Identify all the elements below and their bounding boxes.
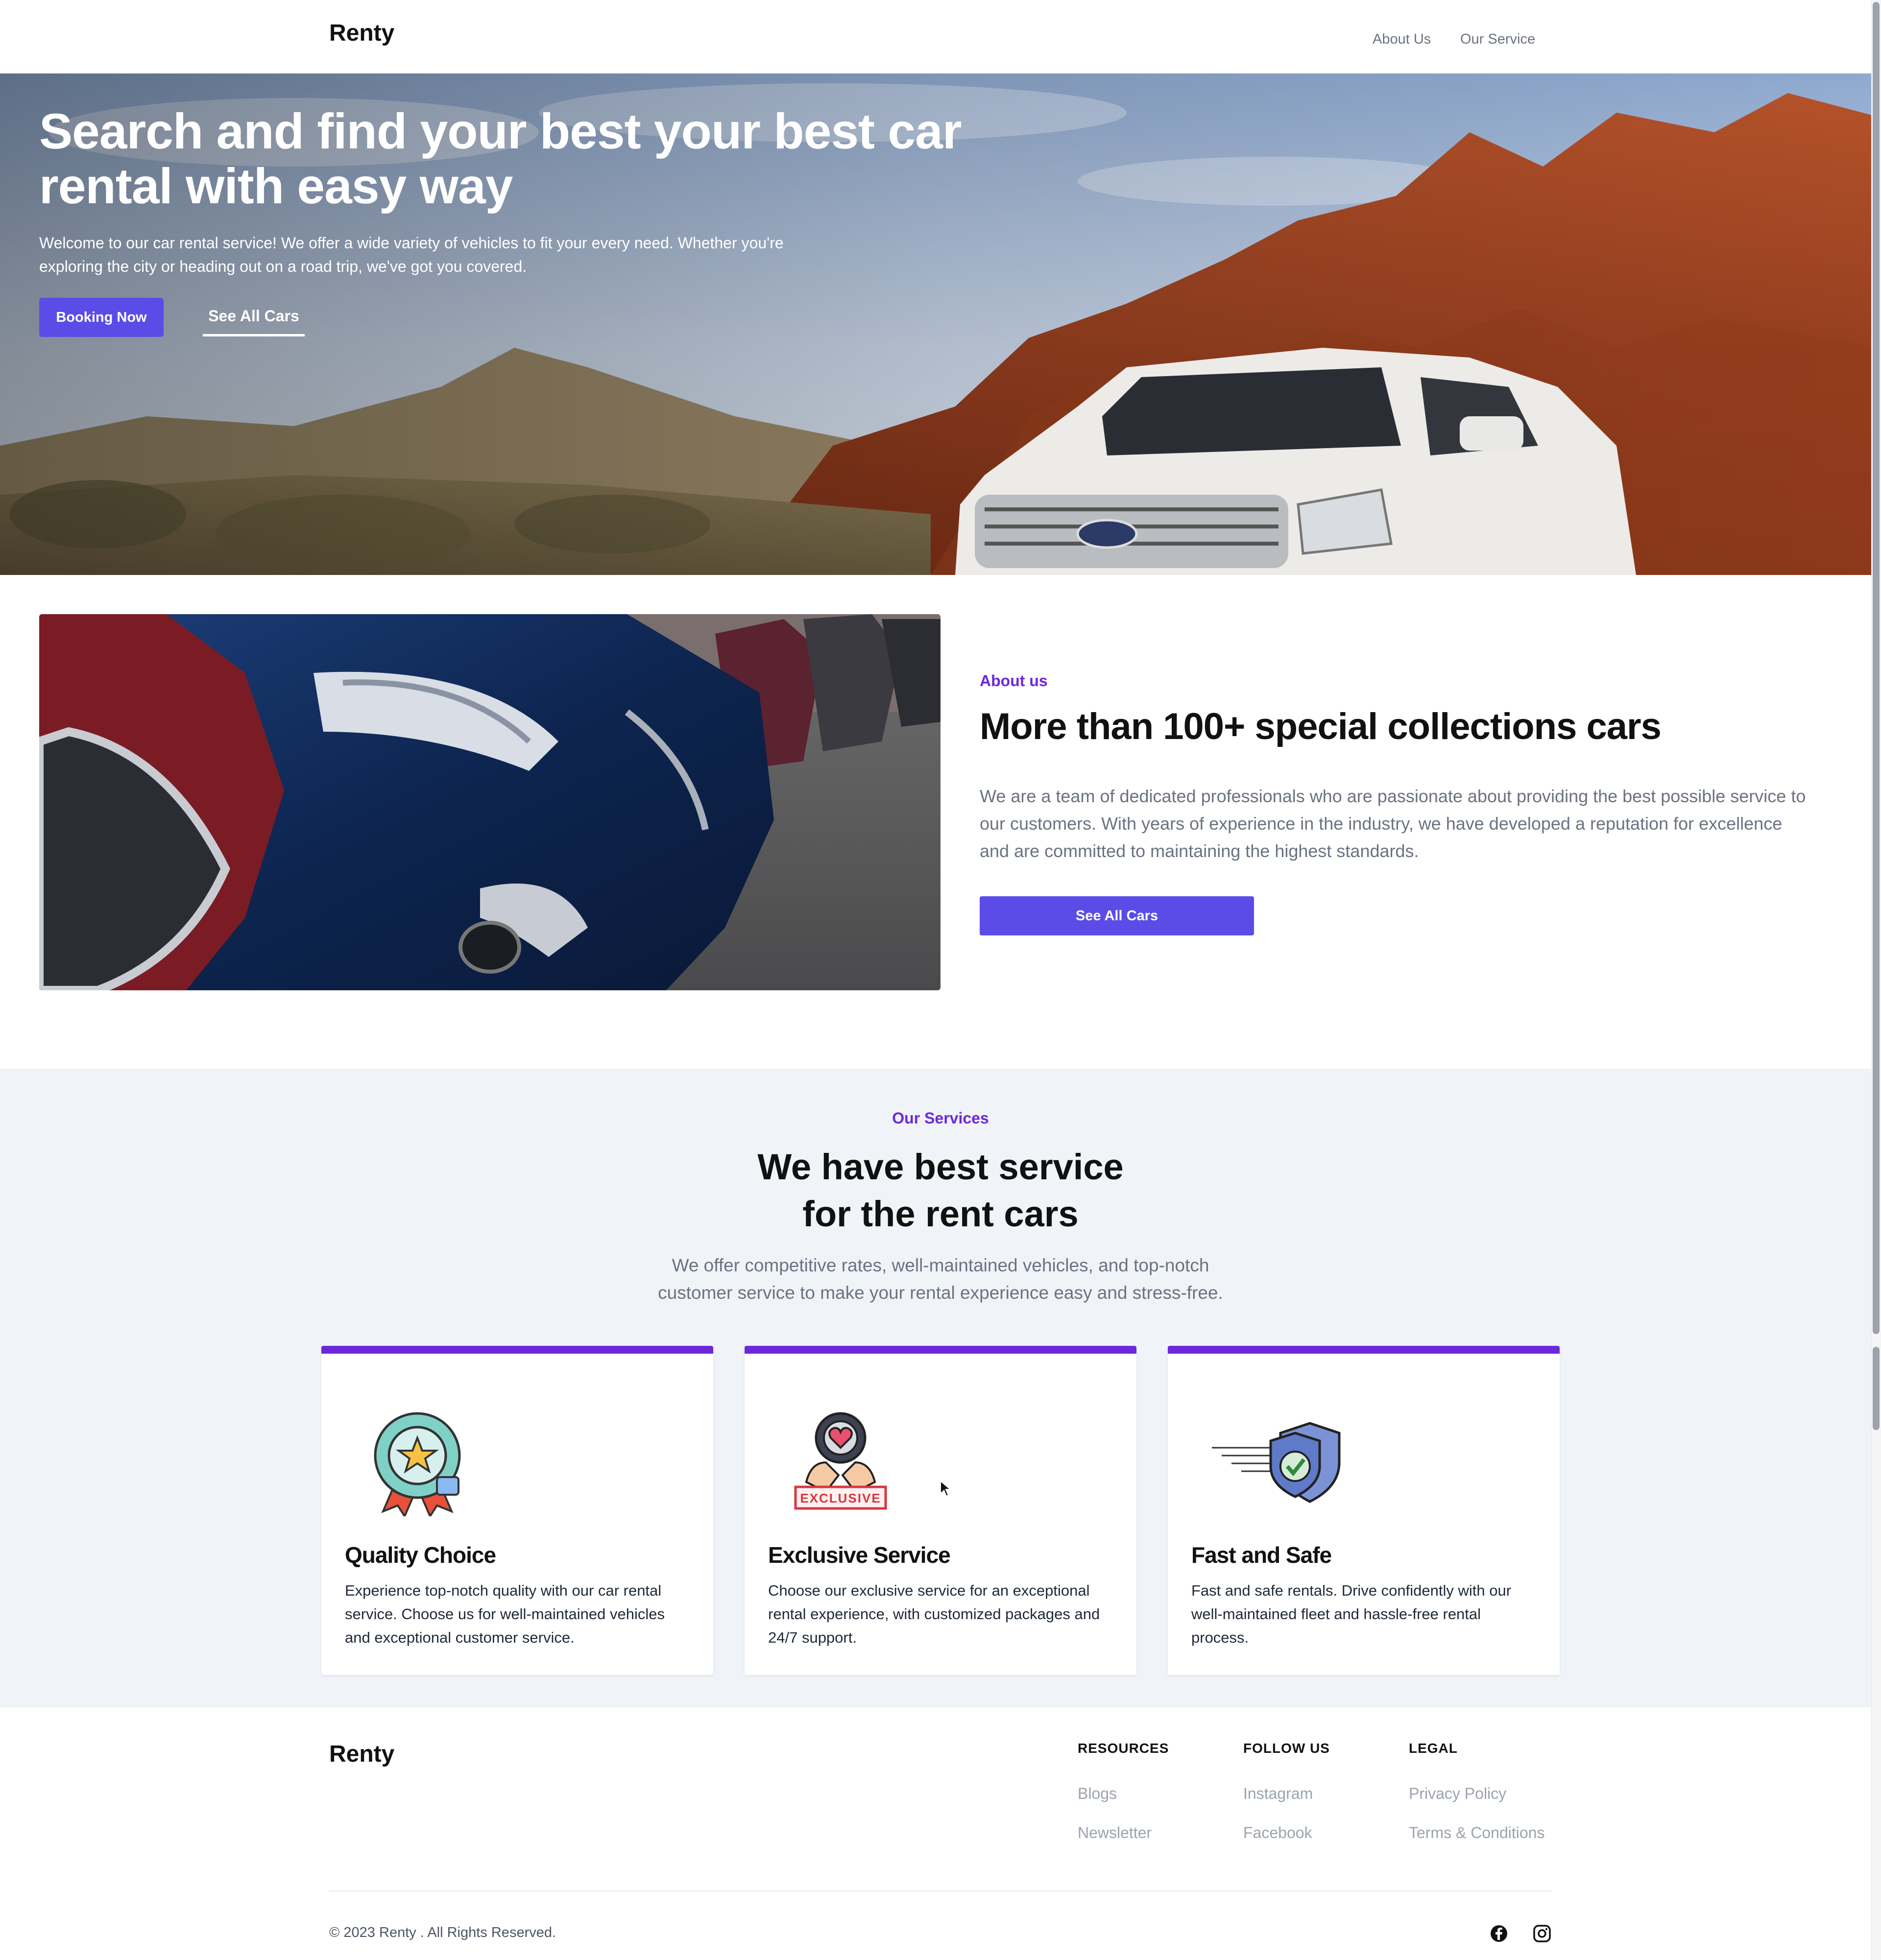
service-card-fast-safe: Fast and Safe Fast and safe rentals. Dri… [1168,1346,1560,1675]
footer-logo[interactable]: Renty [329,1741,394,1768]
exclusive-badge-icon: EXCLUSIVE [794,1412,887,1510]
footer-resources-title: RESOURCES [1078,1741,1169,1756]
site-logo[interactable]: Renty [329,20,394,47]
about-see-all-cars-button[interactable]: See All Cars [980,896,1254,935]
footer-link-terms[interactable]: Terms & Conditions [1409,1824,1544,1842]
card-title: Fast and Safe [1191,1542,1332,1568]
site-header [0,0,1871,73]
footer-link-newsletter[interactable]: Newsletter [1078,1824,1152,1842]
card-description: Choose our exclusive service for an exce… [768,1582,1100,1646]
about-label: About us [980,672,1048,690]
hero-see-all-cars-link[interactable]: See All Cars [203,298,305,336]
card-description: Experience top-notch quality with our ca… [345,1582,665,1646]
footer-link-facebook[interactable]: Facebook [1243,1824,1312,1842]
booking-now-button[interactable]: Booking Now [39,298,164,337]
service-card-quality: Quality Choice Experience top-notch qual… [321,1346,713,1675]
exclusive-badge-text: EXCLUSIVE [800,1491,881,1506]
award-ribbon-icon [374,1412,461,1516]
shield-check-icon [1212,1422,1341,1503]
footer-divider [329,1890,1552,1891]
nav-about-us[interactable]: About Us [1373,31,1431,48]
card-description: Fast and safe rentals. Drive confidently… [1191,1582,1512,1646]
footer-follow-title: FOLLOW US [1243,1741,1330,1756]
about-description: We are a team of dedicated professionals… [980,786,1806,861]
facebook-icon[interactable] [1489,1924,1509,1943]
hero-description: Welcome to our car rental service! We of… [39,234,784,275]
nav-our-service[interactable]: Our Service [1460,31,1535,48]
services-description: We offer competitive rates, well-maintai… [658,1255,1223,1303]
copyright-text: © 2023 Renty . All Rights Reserved. [329,1925,556,1940]
card-title: Quality Choice [345,1542,496,1568]
scrollbar-thumb-lower[interactable] [1873,1347,1880,1430]
footer-link-blogs[interactable]: Blogs [1078,1785,1117,1803]
services-title-line2: for the rent cars [802,1194,1079,1234]
hero-title: Search and find your best your best car … [39,103,962,214]
card-title: Exclusive Service [768,1542,951,1568]
footer-legal-title: LEGAL [1409,1741,1458,1756]
services-title-line1: We have best service [757,1147,1124,1187]
footer-link-privacy[interactable]: Privacy Policy [1409,1785,1506,1803]
footer-link-instagram[interactable]: Instagram [1243,1785,1313,1803]
services-label: Our Services [892,1109,989,1127]
about-title: More than 100+ special collections cars [980,706,1662,747]
about-car-image [39,614,940,990]
scrollbar-thumb-upper[interactable] [1873,2,1880,1334]
service-card-exclusive: EXCLUSIVE Exclusive Service Choose our e… [745,1346,1136,1675]
services-title: We have best service for the rent cars [0,1144,1881,1238]
mouse-cursor-icon [940,1480,951,1497]
instagram-icon[interactable] [1532,1924,1552,1943]
